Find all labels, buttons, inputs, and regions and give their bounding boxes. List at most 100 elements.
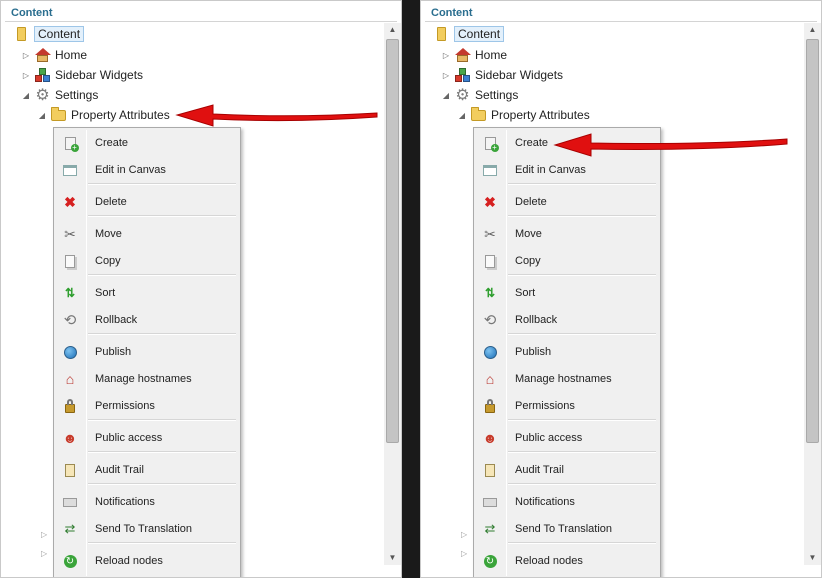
tree-node-content-root[interactable]: Content <box>433 25 505 43</box>
menu-item-copy[interactable]: Copy <box>474 250 660 272</box>
menu-item-label: Copy <box>515 255 541 267</box>
menu-separator <box>508 274 656 276</box>
tree-node-home[interactable]: ▷ Home <box>441 46 507 64</box>
expand-toggle-icon[interactable]: ▷ <box>21 71 31 80</box>
menu-item-label: Sort <box>95 287 116 299</box>
menu-item-reload-nodes[interactable]: ↻ Reload nodes <box>54 550 240 572</box>
collapse-toggle-icon[interactable]: ◢ <box>21 91 31 100</box>
menu-item-delete[interactable]: ✖ Delete <box>474 191 660 213</box>
menu-item-manage-hostnames[interactable]: ⌂ Manage hostnames <box>54 368 240 390</box>
tree-node-property-attributes[interactable]: ◢ Property Attributes <box>457 106 590 124</box>
menu-separator <box>88 215 236 217</box>
menu-separator <box>88 274 236 276</box>
tree-node-content-root[interactable]: Content <box>13 25 85 43</box>
tree-node-label: Sidebar Widgets <box>475 68 564 82</box>
menu-item-label: Rollback <box>95 314 138 326</box>
menu-item-reload-nodes[interactable]: ↻ Reload nodes <box>474 550 660 572</box>
scroll-down-icon[interactable]: ▼ <box>384 551 401 565</box>
menu-item-rollback[interactable]: ⟲ Rollback <box>474 309 660 331</box>
menu-item-manage-hostnames[interactable]: ⌂ Manage hostnames <box>474 368 660 390</box>
scroll-up-icon[interactable]: ▲ <box>384 23 401 37</box>
menu-separator <box>508 419 656 421</box>
menu-item-sort[interactable]: ⇅ Sort <box>474 282 660 304</box>
tree-node-settings[interactable]: ◢ ⚙ Settings <box>21 86 98 104</box>
hostnames-icon: ⌂ <box>65 371 75 387</box>
collapse-toggle-icon[interactable]: ◢ <box>457 111 467 120</box>
collapse-toggle-icon[interactable]: ◢ <box>37 111 47 120</box>
divider <box>5 21 397 22</box>
menu-item-label: Create <box>515 137 549 149</box>
tree-node-label: Content <box>34 26 85 42</box>
tree-node-label: Property Attributes <box>71 108 170 122</box>
menu-item-move[interactable]: ✂ Move <box>474 223 660 245</box>
menu-item-label: Delete <box>515 196 547 208</box>
context-menu: + Create Edit in Canvas ✖ Delete ✂ Move Copy ⇅ So… <box>473 127 661 577</box>
canvas-icon <box>474 164 506 176</box>
tree-node-home[interactable]: ▷ Home <box>21 46 87 64</box>
menu-item-label: Edit in Canvas <box>515 164 586 176</box>
menu-item-create[interactable]: + Create <box>54 132 240 154</box>
menu-item-delete[interactable]: ✖ Delete <box>54 191 240 213</box>
menu-item-move[interactable]: ✂ Move <box>54 223 240 245</box>
scroll-up-icon[interactable]: ▲ <box>804 23 821 37</box>
folder-icon <box>50 106 67 123</box>
menu-item-notifications[interactable]: Notifications <box>474 491 660 513</box>
user-icon: ☻ <box>62 430 78 446</box>
menu-item-label: Send To Translation <box>95 523 193 535</box>
gear-icon: ⚙ <box>455 87 470 104</box>
lock-icon <box>474 398 506 413</box>
menu-item-send-to-translation[interactable]: ⇄ Send To Translation <box>54 518 240 540</box>
menu-item-publish[interactable]: Publish <box>54 341 240 363</box>
menu-item-audit-trail[interactable]: Audit Trail <box>474 459 660 481</box>
scroll-down-icon[interactable]: ▼ <box>804 551 821 565</box>
menu-separator <box>508 183 656 185</box>
menu-separator <box>508 215 656 217</box>
menu-item-edit-in-canvas[interactable]: Edit in Canvas <box>474 159 660 181</box>
red-arrow-annotation <box>553 133 788 157</box>
expand-toggle-icon[interactable]: ▷ <box>441 71 451 80</box>
tree-node-property-attributes[interactable]: ◢ Property Attributes <box>37 106 170 124</box>
menu-item-audit-trail[interactable]: Audit Trail <box>54 459 240 481</box>
menu-item-label: Audit Trail <box>515 464 564 476</box>
home-icon <box>34 47 51 63</box>
expand-toggle-icon[interactable]: ▷ <box>461 530 467 539</box>
scrollbar[interactable]: ▲ ▼ <box>804 23 821 565</box>
menu-item-sort[interactable]: ⇅ Sort <box>54 282 240 304</box>
widgets-icon <box>454 67 471 83</box>
menu-item-rollback[interactable]: ⟲ Rollback <box>54 309 240 331</box>
copy-icon <box>54 254 86 268</box>
translation-icon: ⇄ <box>64 521 76 536</box>
menu-separator <box>88 183 236 185</box>
tree-node-label: Property Attributes <box>491 108 590 122</box>
create-icon: + <box>54 136 86 152</box>
menu-item-permissions[interactable]: Permissions <box>474 395 660 417</box>
tree-node-sidebar-widgets[interactable]: ▷ Sidebar Widgets <box>441 66 563 84</box>
tree-node-settings[interactable]: ◢ ⚙ Settings <box>441 86 518 104</box>
tree-node-sidebar-widgets[interactable]: ▷ Sidebar Widgets <box>21 66 143 84</box>
menu-item-label: Move <box>515 228 542 240</box>
menu-item-permissions[interactable]: Permissions <box>54 395 240 417</box>
menu-item-public-access[interactable]: ☻ Public access <box>474 427 660 449</box>
expand-toggle-icon[interactable]: ▷ <box>461 549 467 558</box>
content-panel-left: Content Content ▷ Home ▷ Sidebar Widgets… <box>0 0 402 578</box>
translation-icon: ⇄ <box>484 521 496 536</box>
gear-icon: ⚙ <box>35 87 50 104</box>
menu-item-public-access[interactable]: ☻ Public access <box>54 427 240 449</box>
expand-toggle-icon[interactable]: ▷ <box>41 530 47 539</box>
copy-icon <box>474 254 506 268</box>
scrollbar[interactable]: ▲ ▼ <box>384 23 401 565</box>
expand-toggle-icon[interactable]: ▷ <box>441 51 451 60</box>
menu-item-publish[interactable]: Publish <box>474 341 660 363</box>
collapse-toggle-icon[interactable]: ◢ <box>441 91 451 100</box>
menu-item-send-to-translation[interactable]: ⇄ Send To Translation <box>474 518 660 540</box>
menu-item-notifications[interactable]: Notifications <box>54 491 240 513</box>
expand-toggle-icon[interactable]: ▷ <box>21 51 31 60</box>
expand-toggle-icon[interactable]: ▷ <box>41 549 47 558</box>
rollback-icon: ⟲ <box>483 312 497 329</box>
scrollbar-thumb[interactable] <box>806 39 819 443</box>
scrollbar-thumb[interactable] <box>386 39 399 443</box>
menu-item-edit-in-canvas[interactable]: Edit in Canvas <box>54 159 240 181</box>
menu-item-copy[interactable]: Copy <box>54 250 240 272</box>
folder-icon <box>470 106 487 123</box>
menu-separator <box>508 451 656 453</box>
